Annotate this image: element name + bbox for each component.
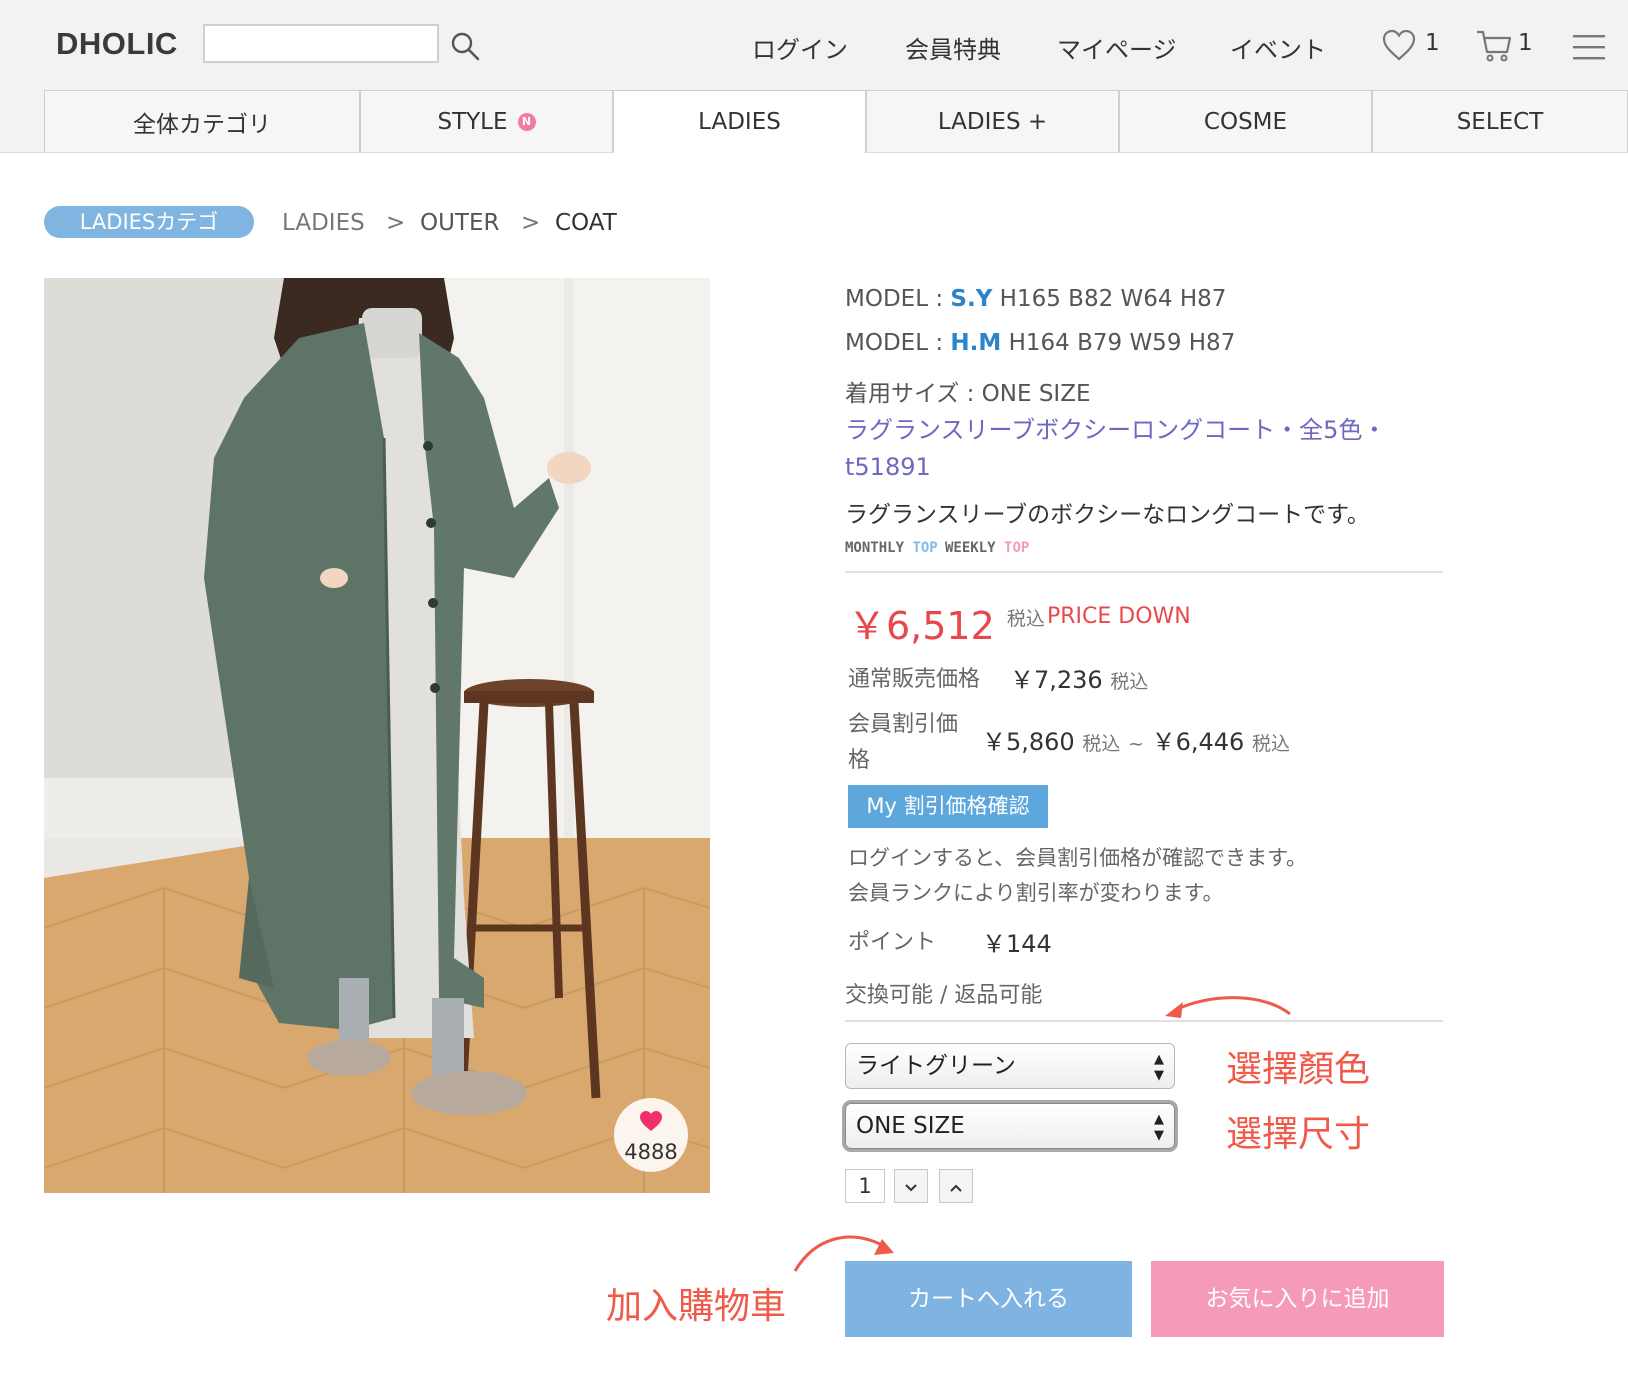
member-price-label: 会員割引価 bbox=[848, 712, 959, 737]
rank-top: TOP bbox=[1004, 540, 1030, 556]
tax-label: 税込 bbox=[1082, 733, 1121, 755]
search-icon[interactable] bbox=[449, 30, 483, 64]
category-tabs: 全体カテゴリ STYLE N LADIES LADIES + COSME SELE… bbox=[44, 90, 1628, 153]
tab-label: SELECT bbox=[1456, 108, 1544, 135]
member-max: ￥6,446 bbox=[1151, 728, 1245, 756]
add-to-favorites-button[interactable]: お気に入りに追加 bbox=[1151, 1261, 1444, 1337]
member-min: ￥5,860 bbox=[982, 728, 1075, 756]
regular-price: ￥7,236 税込 bbox=[1010, 660, 1148, 695]
search-input[interactable] bbox=[203, 24, 439, 63]
tab-label: 全体カテゴリ bbox=[133, 111, 271, 138]
tab-style[interactable]: STYLE N bbox=[360, 90, 613, 152]
product-image[interactable] bbox=[44, 278, 710, 1193]
range-separator: ~ bbox=[1128, 733, 1144, 755]
category-pill[interactable]: LADIESカテゴ bbox=[44, 206, 254, 238]
price-value: ￥6,512 bbox=[848, 604, 995, 648]
monthly-top-badge[interactable]: MONTHLY TOP bbox=[845, 540, 938, 556]
model-prefix: MODEL : bbox=[845, 330, 944, 356]
breadcrumb-outer[interactable]: OUTER bbox=[420, 210, 500, 236]
wear-size: 着用サイズ : ONE SIZE bbox=[845, 381, 1091, 407]
my-discount-button[interactable]: My 割引価格確認 bbox=[848, 785, 1048, 828]
weekly-top-badge[interactable]: WEEKLY TOP bbox=[945, 540, 1029, 556]
login-note: ログインすると、会員割引価格が確認できます。 bbox=[848, 846, 1308, 870]
tab-ladies-plus[interactable]: LADIES + bbox=[866, 90, 1119, 152]
cart-icon[interactable] bbox=[1475, 28, 1513, 68]
rank-label: MONTHLY bbox=[845, 540, 905, 556]
tax-label: 税込 bbox=[1006, 608, 1045, 630]
chevron-up-icon bbox=[950, 1184, 962, 1192]
size-select[interactable]: ONE SIZE ▲ ▼ bbox=[845, 1103, 1175, 1149]
regular-price-value: ￥7,236 bbox=[1010, 666, 1103, 694]
color-selected: ライトグリーン bbox=[856, 1053, 1016, 1079]
site-logo[interactable]: DHOLIC bbox=[56, 26, 178, 62]
rank-label: WEEKLY bbox=[945, 540, 996, 556]
quantity-decrease[interactable] bbox=[894, 1169, 928, 1203]
select-arrows-icon: ▲ ▼ bbox=[1154, 1052, 1164, 1083]
site-header: DHOLIC ログイン 会員特典 マイページ イベント 1 1 全体カテゴリ S… bbox=[0, 0, 1628, 153]
chevron-down-icon bbox=[905, 1184, 917, 1192]
tab-cosme[interactable]: COSME bbox=[1119, 90, 1372, 152]
annotation-add-to-cart: 加入購物車 bbox=[606, 1286, 787, 1327]
breadcrumb-separator: > bbox=[386, 210, 406, 236]
new-badge: N bbox=[517, 112, 536, 131]
breadcrumb-coat: COAT bbox=[555, 210, 617, 236]
tab-select[interactable]: SELECT bbox=[1372, 90, 1628, 152]
like-count: 4888 bbox=[624, 1140, 678, 1164]
member-price-range: ￥5,860 税込 ~ ￥6,446 税込 bbox=[982, 722, 1290, 757]
product-title: ラグランスリーブボクシーロングコート・全5色・t51891 bbox=[845, 416, 1387, 481]
exchange-note: 交換可能 / 返品可能 bbox=[845, 983, 1043, 1008]
breadcrumb-ladies[interactable]: LADIES bbox=[282, 210, 365, 236]
product-description: ラグランスリーブのボクシーなロングコートです。 bbox=[845, 502, 1370, 528]
tab-all-categories[interactable]: 全体カテゴリ bbox=[44, 90, 360, 152]
nav-login[interactable]: ログイン bbox=[752, 30, 848, 65]
like-button[interactable]: 4888 bbox=[614, 1098, 688, 1172]
annotation-select-color: 選擇顏色 bbox=[1226, 1049, 1371, 1090]
menu-icon[interactable] bbox=[1573, 34, 1605, 64]
breadcrumb-separator: > bbox=[521, 210, 541, 236]
heart-filled-icon bbox=[640, 1111, 662, 1131]
tax-label: 税込 bbox=[1251, 733, 1290, 755]
add-to-cart-button[interactable]: カートへ入れる bbox=[845, 1261, 1132, 1337]
point-value: ￥144 bbox=[982, 930, 1052, 958]
tab-label: LADIES bbox=[698, 109, 781, 135]
tab-ladies[interactable]: LADIES bbox=[613, 90, 866, 153]
select-arrows-icon: ▲ ▼ bbox=[1154, 1112, 1164, 1143]
model-size: H164 B79 W59 H87 bbox=[1008, 330, 1236, 356]
model-name: H.M bbox=[950, 330, 1002, 356]
point-label: ポイント bbox=[848, 930, 937, 955]
quantity-increase[interactable] bbox=[939, 1169, 973, 1203]
sale-price: ￥6,512 税込 bbox=[848, 595, 1045, 650]
heart-icon[interactable] bbox=[1381, 28, 1417, 66]
divider bbox=[845, 571, 1443, 573]
tab-label: COSME bbox=[1203, 108, 1288, 135]
tax-label: 税込 bbox=[1110, 671, 1149, 693]
model-prefix: MODEL : bbox=[845, 286, 944, 312]
price-down-badge: PRICE DOWN bbox=[1047, 604, 1191, 629]
quantity-input[interactable]: 1 bbox=[845, 1169, 885, 1203]
rank-top: TOP bbox=[912, 540, 938, 556]
nav-member-benefits[interactable]: 会員特典 bbox=[905, 30, 1001, 65]
model-name: S.Y bbox=[950, 286, 993, 312]
size-selected: ONE SIZE bbox=[856, 1113, 965, 1139]
color-select[interactable]: ライトグリーン ▲ ▼ bbox=[845, 1043, 1175, 1089]
tab-label: STYLE bbox=[437, 108, 508, 135]
model-size: H165 B82 W64 H87 bbox=[999, 286, 1227, 312]
cart-count: 1 bbox=[1518, 30, 1533, 56]
rank-note: 会員ランクにより割引率が変わります。 bbox=[848, 881, 1224, 905]
regular-price-label: 通常販売価格 bbox=[848, 667, 981, 692]
wishlist-count: 1 bbox=[1425, 30, 1440, 56]
nav-events[interactable]: イベント bbox=[1230, 30, 1326, 65]
arrow-to-color-icon bbox=[1165, 996, 1291, 1018]
model-info-2: MODEL : H.M H164 B79 W59 H87 bbox=[845, 330, 1235, 356]
nav-my-page[interactable]: マイページ bbox=[1057, 30, 1177, 65]
tab-label: LADIES + bbox=[937, 108, 1048, 135]
model-info-1: MODEL : S.Y H165 B82 W64 H87 bbox=[845, 286, 1226, 312]
member-price-label-cont: 格 bbox=[848, 748, 871, 773]
annotation-select-size: 選擇尺寸 bbox=[1226, 1114, 1371, 1155]
divider bbox=[845, 1020, 1443, 1022]
